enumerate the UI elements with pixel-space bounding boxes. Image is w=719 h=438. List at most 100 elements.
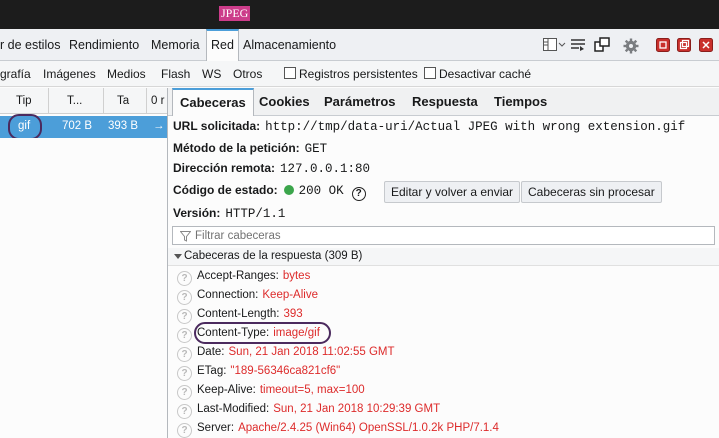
- help-icon[interactable]: ?: [177, 423, 192, 438]
- devtools-toolbar: r de estilos Rendimiento Memoria Red Alm…: [0, 29, 719, 61]
- request-size: 393 B: [108, 120, 139, 132]
- filter-type-other[interactable]: Otros: [233, 67, 262, 81]
- column-separator: [146, 88, 147, 114]
- filter-headers-input[interactable]: Filtrar cabeceras: [172, 226, 715, 245]
- disable-cache-checkbox[interactable]: [424, 67, 436, 79]
- header-name: ETag:: [197, 365, 227, 377]
- header-value: timeout=5, max=100: [259, 384, 365, 396]
- chevron-down-icon: [174, 254, 182, 259]
- header-value: bytes: [282, 270, 311, 282]
- tab-timings[interactable]: Tiempos: [494, 88, 547, 116]
- header-name: Content-Length:: [197, 308, 280, 320]
- remote-address-label: Dirección remota:: [173, 161, 276, 175]
- header-value: 393: [283, 308, 303, 320]
- highlight-annotation-ring: [8, 114, 42, 140]
- remote-address-row: Dirección remota: 127.0.0.1:80: [173, 161, 370, 181]
- request-list-empty-area: [0, 138, 168, 438]
- persist-logs-checkbox[interactable]: [284, 67, 296, 79]
- help-icon[interactable]: ?: [177, 271, 192, 286]
- column-type[interactable]: Tip: [16, 95, 32, 107]
- dock-icon[interactable]: [570, 38, 586, 52]
- column-waterfall[interactable]: 0 r: [151, 95, 164, 107]
- status-code-value: 200 OK: [298, 184, 344, 198]
- help-icon[interactable]: ?: [177, 385, 192, 400]
- status-code-label: Código de estado:: [173, 183, 278, 197]
- header-row: ? Accept-Ranges: bytes: [177, 270, 310, 289]
- help-icon[interactable]: ?: [177, 366, 192, 381]
- request-method-value: GET: [304, 142, 328, 156]
- filter-type-ws[interactable]: WS: [202, 67, 221, 81]
- request-type-filter-bar: grafía Imágenes Medios Flash WS Otros Re…: [0, 61, 719, 87]
- header-row: ? Date: Sun, 21 Jan 2018 11:02:55 GMT: [177, 346, 395, 365]
- column-separator: [103, 88, 104, 114]
- header-name: Connection:: [197, 289, 259, 301]
- filter-funnel-icon: [180, 231, 191, 242]
- disable-cache-label: Desactivar caché: [439, 67, 532, 81]
- tab-style-editor[interactable]: r de estilos: [0, 29, 60, 61]
- requested-url-label: URL solicitada:: [173, 119, 261, 133]
- request-method-row: Método de la petición: GET: [173, 141, 327, 161]
- response-headers-title: Cabeceras de la respuesta (309 B): [184, 250, 363, 262]
- tab-storage[interactable]: Almacenamiento: [243, 29, 336, 61]
- request-waterfall-arrow: →: [153, 120, 165, 132]
- status-code-row: Código de estado: 200 OK?: [173, 183, 366, 203]
- requested-url-value: http://tmp/data-uri/Actual JPEG with wro…: [265, 120, 686, 134]
- tab-headers[interactable]: Cabeceras: [172, 88, 254, 116]
- requested-url-row: URL solicitada: http://tmp/data-uri/Actua…: [173, 119, 685, 139]
- header-value: "189-56346ca821cf6": [230, 365, 341, 377]
- tab-memory[interactable]: Memoria: [151, 29, 200, 61]
- maximize-window-icon[interactable]: [677, 38, 691, 52]
- header-row: ? Last-Modified: Sun, 21 Jan 2018 10:29:39…: [177, 403, 440, 422]
- tab-performance[interactable]: Rendimiento: [69, 29, 139, 61]
- header-name: Server:: [197, 422, 235, 434]
- tab-response[interactable]: Respuesta: [412, 88, 478, 116]
- request-list-header: Tip T... Ta 0 r: [0, 88, 168, 114]
- highlight-annotation-ring: [194, 322, 331, 344]
- remote-address-value: 127.0.0.1:80: [280, 162, 371, 176]
- help-icon[interactable]: ?: [177, 309, 192, 324]
- header-row: ? Connection: Keep-Alive: [177, 289, 318, 308]
- column-separator: [48, 88, 49, 114]
- status-help-icon[interactable]: ?: [351, 187, 366, 201]
- http-version-label: Versión:: [173, 206, 221, 220]
- help-icon[interactable]: ?: [177, 347, 192, 362]
- header-value: Keep-Alive: [262, 289, 318, 301]
- help-icon[interactable]: ?: [177, 290, 192, 305]
- header-row: ? Server: Apache/2.4.25 (Win64) OpenSSL/1.…: [177, 422, 499, 438]
- tab-params[interactable]: Parámetros: [324, 88, 396, 116]
- header-value: Sun, 21 Jan 2018 11:02:55 GMT: [228, 346, 395, 358]
- filter-type-media[interactable]: Medios: [107, 67, 146, 81]
- response-headers-section-toggle[interactable]: Cabeceras de la respuesta (309 B): [168, 248, 719, 266]
- filter-type-flash[interactable]: Flash: [161, 67, 190, 81]
- filter-type-images[interactable]: Imágenes: [43, 67, 96, 81]
- help-icon[interactable]: ?: [177, 404, 192, 419]
- close-window-icon[interactable]: [699, 38, 713, 52]
- status-ok-icon: [283, 185, 294, 195]
- page-content-title: JPEG: [219, 6, 251, 21]
- header-row: ? Keep-Alive: timeout=5, max=100: [177, 384, 365, 403]
- column-size[interactable]: Ta: [117, 95, 129, 107]
- gear-icon[interactable]: [623, 38, 639, 54]
- header-name: Date:: [197, 346, 225, 358]
- layout-split-icon[interactable]: [543, 38, 567, 52]
- header-value: Sun, 21 Jan 2018 10:29:39 GMT: [273, 403, 441, 415]
- help-icon[interactable]: ?: [177, 328, 192, 343]
- minimize-window-icon[interactable]: [656, 38, 670, 52]
- header-value: Apache/2.4.25 (Win64) OpenSSL/1.0.2k PHP…: [238, 422, 499, 434]
- request-transferred: 702 B: [62, 120, 93, 132]
- popout-icon[interactable]: [594, 37, 610, 53]
- header-name: Keep-Alive:: [197, 384, 256, 396]
- persist-logs-label: Registros persistentes: [299, 67, 418, 81]
- raw-headers-button[interactable]: Cabeceras sin procesar: [521, 181, 662, 203]
- tab-network[interactable]: Red: [206, 29, 239, 61]
- column-transferred[interactable]: T...: [67, 95, 82, 107]
- tab-cookies[interactable]: Cookies: [259, 88, 310, 116]
- filter-headers-placeholder: Filtrar cabeceras: [195, 230, 281, 242]
- request-method-label: Método de la petición:: [173, 141, 300, 155]
- edit-resend-button[interactable]: Editar y volver a enviar: [384, 181, 521, 203]
- details-tab-bar: Cabeceras Cookies Parámetros Respuesta T…: [168, 88, 719, 116]
- header-name: Last-Modified:: [197, 403, 270, 415]
- devtools-window: JPEG r de estilos Rendimiento Memoria Re…: [0, 0, 719, 438]
- filter-type-photography[interactable]: grafía: [0, 67, 31, 81]
- http-version-value: HTTP/1.1: [225, 207, 286, 221]
